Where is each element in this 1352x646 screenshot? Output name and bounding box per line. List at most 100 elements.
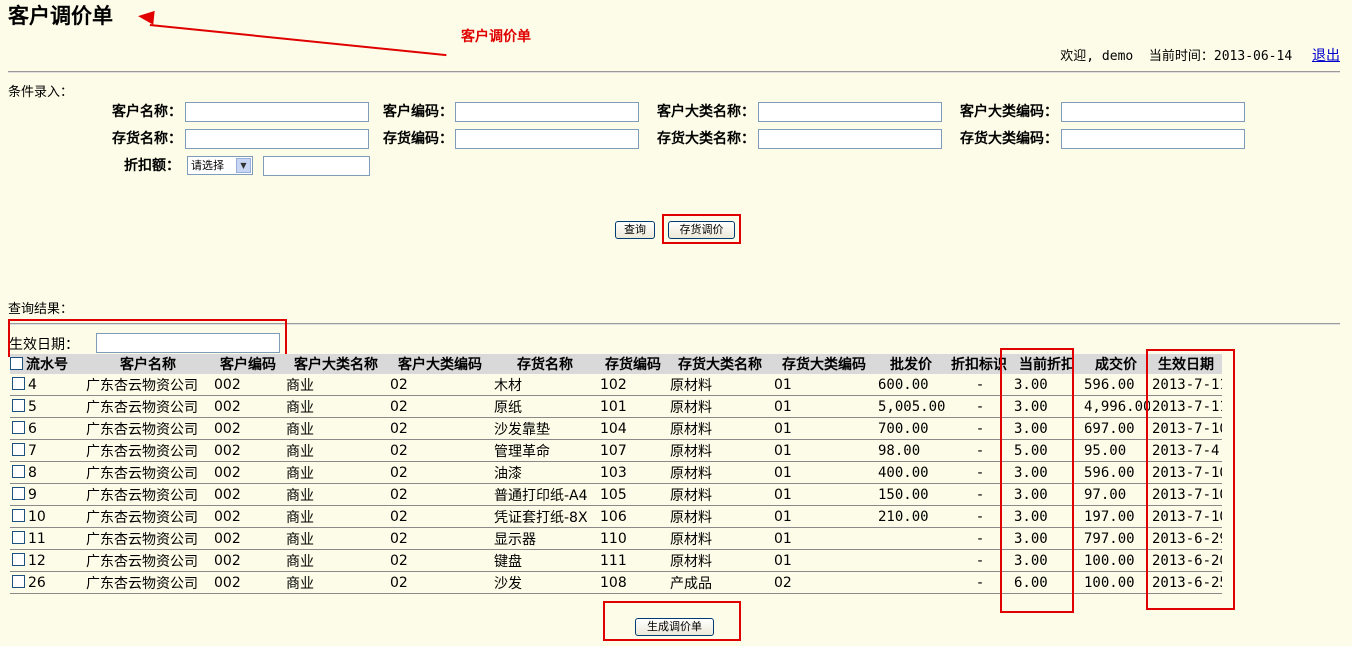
table-cell: 101 [598, 395, 668, 418]
column-header: 客户名称 [84, 354, 212, 374]
table-cell: 02 [772, 571, 876, 594]
table-cell: 01 [772, 483, 876, 506]
table-cell: 002 [212, 571, 284, 594]
table-cell: 02 [388, 505, 492, 528]
discount-label: 折扣额： [124, 158, 180, 174]
customer-code-input[interactable] [455, 102, 639, 122]
generate-button[interactable]: 生成调价单 [635, 618, 714, 636]
table-cell: 显示器 [492, 527, 598, 550]
row-serial-cell[interactable]: 10 [10, 505, 84, 528]
column-header: 批发价 [876, 354, 946, 374]
row-checkbox[interactable] [12, 574, 25, 588]
table-cell: 普通打印纸-A4 [492, 483, 598, 506]
row-serial-cell[interactable]: 5 [10, 395, 84, 418]
table-cell: 104 [598, 417, 668, 440]
row-serial-cell[interactable]: 9 [10, 483, 84, 506]
table-cell: 原材料 [668, 527, 772, 550]
table-cell: 01 [772, 549, 876, 572]
table-cell: 02 [388, 527, 492, 550]
table-cell: 002 [212, 483, 284, 506]
table-cell [876, 549, 946, 572]
customer-name-input[interactable] [185, 102, 369, 122]
table-cell: 广东杏云物资公司 [84, 417, 212, 440]
row-checkbox[interactable] [12, 464, 25, 478]
customer-category-name-input[interactable] [758, 102, 942, 122]
row-checkbox[interactable] [12, 552, 25, 566]
table-cell: 97.00 [1082, 483, 1150, 506]
table-cell: 596.00 [1082, 461, 1150, 484]
row-serial-cell[interactable]: 4 [10, 374, 84, 396]
price-adjust-button[interactable]: 存货调价 [668, 221, 735, 239]
row-serial-cell[interactable]: 12 [10, 549, 84, 572]
table-cell: 100.00 [1082, 549, 1150, 572]
row-serial-cell[interactable]: 11 [10, 527, 84, 550]
row-serial-cell[interactable]: 7 [10, 439, 84, 462]
inventory-code-input[interactable] [455, 129, 639, 149]
discount-select-value: 请选择 [191, 159, 224, 172]
table-cell: 商业 [284, 571, 388, 594]
row-checkbox[interactable] [12, 486, 25, 500]
table-cell: 002 [212, 417, 284, 440]
column-header: 存货名称 [492, 354, 598, 374]
query-button[interactable]: 查询 [615, 221, 655, 239]
column-header-serial[interactable]: 流水号 [10, 354, 84, 374]
table-cell: 广东杏云物资公司 [84, 395, 212, 418]
conditions-label: 条件录入： [8, 85, 74, 100]
table-cell: 商业 [284, 527, 388, 550]
table-cell: 广东杏云物资公司 [84, 461, 212, 484]
effective-date-input[interactable] [96, 333, 280, 353]
row-checkbox[interactable] [12, 376, 25, 390]
table-cell: 商业 [284, 417, 388, 440]
chevron-down-icon[interactable]: ▼ [236, 158, 251, 173]
inventory-category-name-input[interactable] [758, 129, 942, 149]
select-all-checkbox[interactable] [10, 357, 23, 370]
table-cell: 01 [772, 417, 876, 440]
column-header: 客户编码 [212, 354, 284, 374]
table-cell: 002 [212, 505, 284, 528]
row-serial-cell[interactable]: 8 [10, 461, 84, 484]
row-checkbox[interactable] [12, 398, 25, 412]
customer-category-code-input[interactable] [1061, 102, 1245, 122]
inventory-name-input[interactable] [185, 129, 369, 149]
table-cell: 103 [598, 461, 668, 484]
table-cell: 596.00 [1082, 374, 1150, 396]
table-cell: 002 [212, 549, 284, 572]
table-cell: 广东杏云物资公司 [84, 483, 212, 506]
table-cell: 600.00 [876, 374, 946, 396]
table-cell: 产成品 [668, 571, 772, 594]
row-serial-cell[interactable]: 6 [10, 417, 84, 440]
row-checkbox[interactable] [12, 420, 25, 434]
customer-category-code-label: 客户大类编码： [960, 104, 1058, 120]
table-cell: 01 [772, 439, 876, 462]
table-cell [876, 527, 946, 550]
annotation-arrow-head [137, 9, 155, 25]
inventory-category-code-input[interactable] [1061, 129, 1245, 149]
table-cell: 原材料 [668, 395, 772, 418]
table-cell: 002 [212, 439, 284, 462]
table-cell: 107 [598, 439, 668, 462]
table-cell: 原材料 [668, 483, 772, 506]
table-cell: 01 [772, 527, 876, 550]
discount-value-input[interactable] [263, 156, 370, 176]
table-cell: 110 [598, 527, 668, 550]
table-cell: 108 [598, 571, 668, 594]
table-cell: 111 [598, 549, 668, 572]
inventory-category-name-label: 存货大类名称： [657, 131, 755, 147]
table-cell: 01 [772, 395, 876, 418]
row-serial-cell[interactable]: 26 [10, 571, 84, 594]
table-cell: 02 [388, 439, 492, 462]
column-header: 成交价 [1082, 354, 1150, 374]
discount-select[interactable]: 请选择 ▼ [187, 156, 253, 175]
row-checkbox[interactable] [12, 530, 25, 544]
table-cell: 凭证套打纸-8X [492, 505, 598, 528]
table-cell: 105 [598, 483, 668, 506]
column-header: 存货大类编码 [772, 354, 876, 374]
results-label: 查询结果： [8, 302, 74, 317]
row-checkbox[interactable] [12, 508, 25, 522]
inventory-code-label: 存货编码： [383, 131, 453, 147]
row-checkbox[interactable] [12, 442, 25, 456]
table-cell: 油漆 [492, 461, 598, 484]
logout-link[interactable]: 退出 [1312, 48, 1340, 64]
table-cell: 沙发靠垫 [492, 417, 598, 440]
table-cell: 95.00 [1082, 439, 1150, 462]
